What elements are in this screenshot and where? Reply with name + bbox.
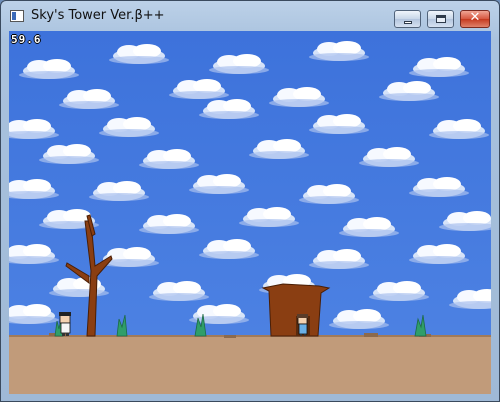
window-title: Sky's Tower Ver.β++ <box>31 8 165 23</box>
close-icon: ✕ <box>469 10 481 25</box>
close-button[interactable]: ✕ <box>460 10 490 28</box>
title-bar[interactable]: Sky's Tower Ver.β++ ✕ <box>1 1 499 31</box>
player-character <box>59 312 71 336</box>
minimize-icon <box>404 21 412 24</box>
fps-counter: 59.6 <box>11 33 42 46</box>
npc-character <box>297 314 308 336</box>
game-window: Sky's Tower Ver.β++ ✕ 59.6 <box>0 0 500 402</box>
maximize-icon <box>436 15 446 23</box>
game-scene <box>9 31 491 394</box>
app-icon <box>10 10 24 22</box>
minimize-button[interactable] <box>394 10 421 28</box>
ground <box>9 333 491 394</box>
maximize-button[interactable] <box>427 10 454 28</box>
game-viewport[interactable]: 59.6 <box>9 31 491 394</box>
